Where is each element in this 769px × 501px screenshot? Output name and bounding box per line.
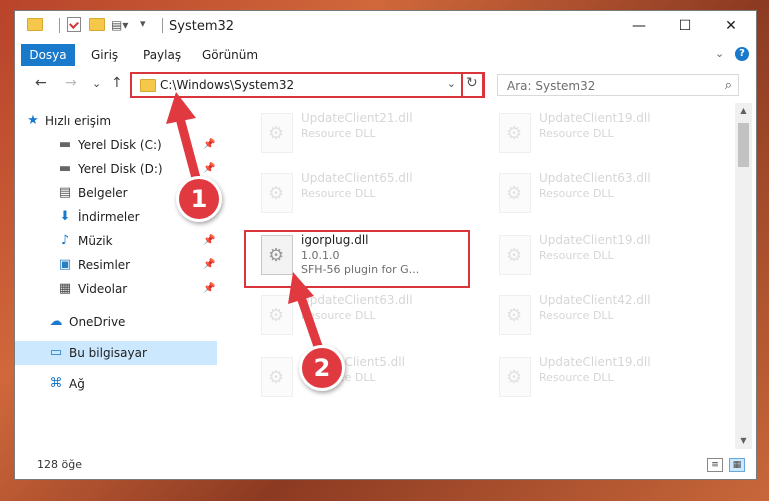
callout-arrows <box>166 92 325 357</box>
arrow-2-icon <box>288 272 325 357</box>
step-1-badge: 1 <box>176 176 222 222</box>
step-2-badge: 2 <box>299 345 345 391</box>
arrow-1-icon <box>166 92 201 183</box>
